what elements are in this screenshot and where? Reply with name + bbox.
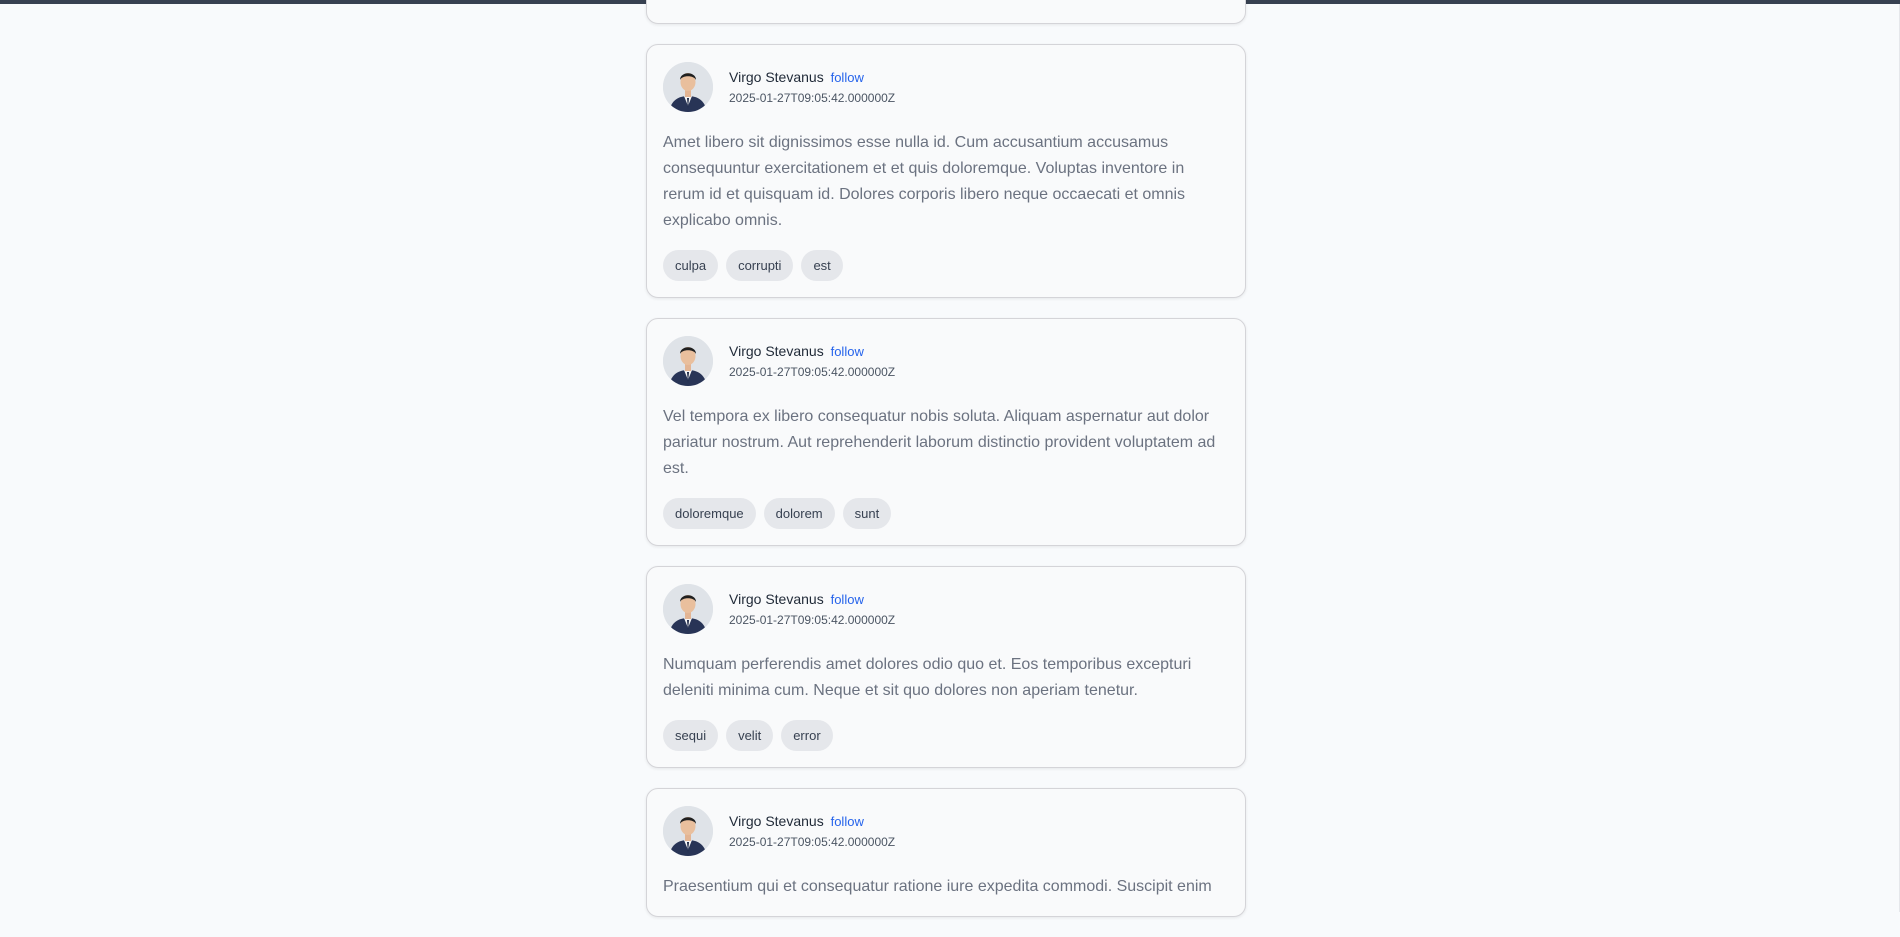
- tag-list: culpa corrupti est: [663, 250, 1229, 281]
- avatar-image: [663, 584, 713, 634]
- post-timestamp: 2025-01-27T09:05:42.000000Z: [729, 91, 896, 105]
- post-timestamp: 2025-01-27T09:05:42.000000Z: [729, 365, 896, 379]
- post-card: Virgo Stevanus follow 2025-01-27T09:05:4…: [646, 566, 1246, 768]
- post-timestamp: 2025-01-27T09:05:42.000000Z: [729, 613, 896, 627]
- tag-chip[interactable]: sequi: [663, 720, 719, 751]
- avatar-image: [663, 62, 713, 112]
- post-card: Virgo Stevanus follow 2025-01-27T09:05:4…: [646, 318, 1246, 546]
- avatar-image: [663, 806, 713, 856]
- post-meta: Virgo Stevanus follow 2025-01-27T09:05:4…: [729, 67, 895, 107]
- post-body: Vel tempora ex libero consequatur nobis …: [663, 408, 1216, 477]
- follow-link[interactable]: follow: [831, 70, 864, 85]
- post-body: Praesentium qui et consequatur ratione i…: [663, 878, 1212, 895]
- tag-chip[interactable]: est: [801, 250, 843, 281]
- follow-link[interactable]: follow: [831, 592, 864, 607]
- avatar[interactable]: [663, 806, 713, 856]
- tag-chip[interactable]: sunt: [842, 498, 892, 529]
- tag-chip[interactable]: error: [781, 720, 833, 751]
- post-meta: Virgo Stevanus follow 2025-01-27T09:05:4…: [729, 341, 895, 381]
- post-card: Virgo Stevanus follow 2025-01-27T09:05:4…: [646, 44, 1246, 298]
- avatar[interactable]: [663, 336, 713, 386]
- tag-chip[interactable]: dolorem: [763, 498, 835, 529]
- author-name[interactable]: Virgo Stevanus: [729, 343, 824, 359]
- avatar[interactable]: [663, 62, 713, 112]
- tag-chip[interactable]: culpa: [663, 250, 719, 281]
- post-header: Virgo Stevanus follow 2025-01-27T09:05:4…: [663, 584, 1229, 634]
- post-meta: Virgo Stevanus follow 2025-01-27T09:05:4…: [729, 811, 895, 851]
- avatar[interactable]: [663, 584, 713, 634]
- tag-list: sequi velit error: [663, 720, 1229, 751]
- post-header: Virgo Stevanus follow 2025-01-27T09:05:4…: [663, 806, 1229, 856]
- follow-link[interactable]: follow: [831, 344, 864, 359]
- follow-link[interactable]: follow: [831, 814, 864, 829]
- avatar-image: [663, 336, 713, 386]
- author-name[interactable]: Virgo Stevanus: [729, 591, 824, 607]
- post-card-previous: [646, 0, 1246, 24]
- post-card: Virgo Stevanus follow 2025-01-27T09:05:4…: [646, 788, 1246, 917]
- post-body: Amet libero sit dignissimos esse nulla i…: [663, 134, 1186, 229]
- post-feed: Virgo Stevanus follow 2025-01-27T09:05:4…: [646, 0, 1246, 937]
- post-meta: Virgo Stevanus follow 2025-01-27T09:05:4…: [729, 589, 895, 629]
- tag-chip[interactable]: corrupti: [726, 250, 794, 281]
- post-body: Numquam perferendis amet dolores odio qu…: [663, 656, 1192, 699]
- tag-list: doloremque dolorem sunt: [663, 498, 1229, 529]
- author-name[interactable]: Virgo Stevanus: [729, 813, 824, 829]
- post-timestamp: 2025-01-27T09:05:42.000000Z: [729, 835, 896, 849]
- author-name[interactable]: Virgo Stevanus: [729, 69, 824, 85]
- post-header: Virgo Stevanus follow 2025-01-27T09:05:4…: [663, 336, 1229, 386]
- post-header: Virgo Stevanus follow 2025-01-27T09:05:4…: [663, 62, 1229, 112]
- tag-chip[interactable]: doloremque: [663, 498, 756, 529]
- tag-chip[interactable]: velit: [726, 720, 774, 751]
